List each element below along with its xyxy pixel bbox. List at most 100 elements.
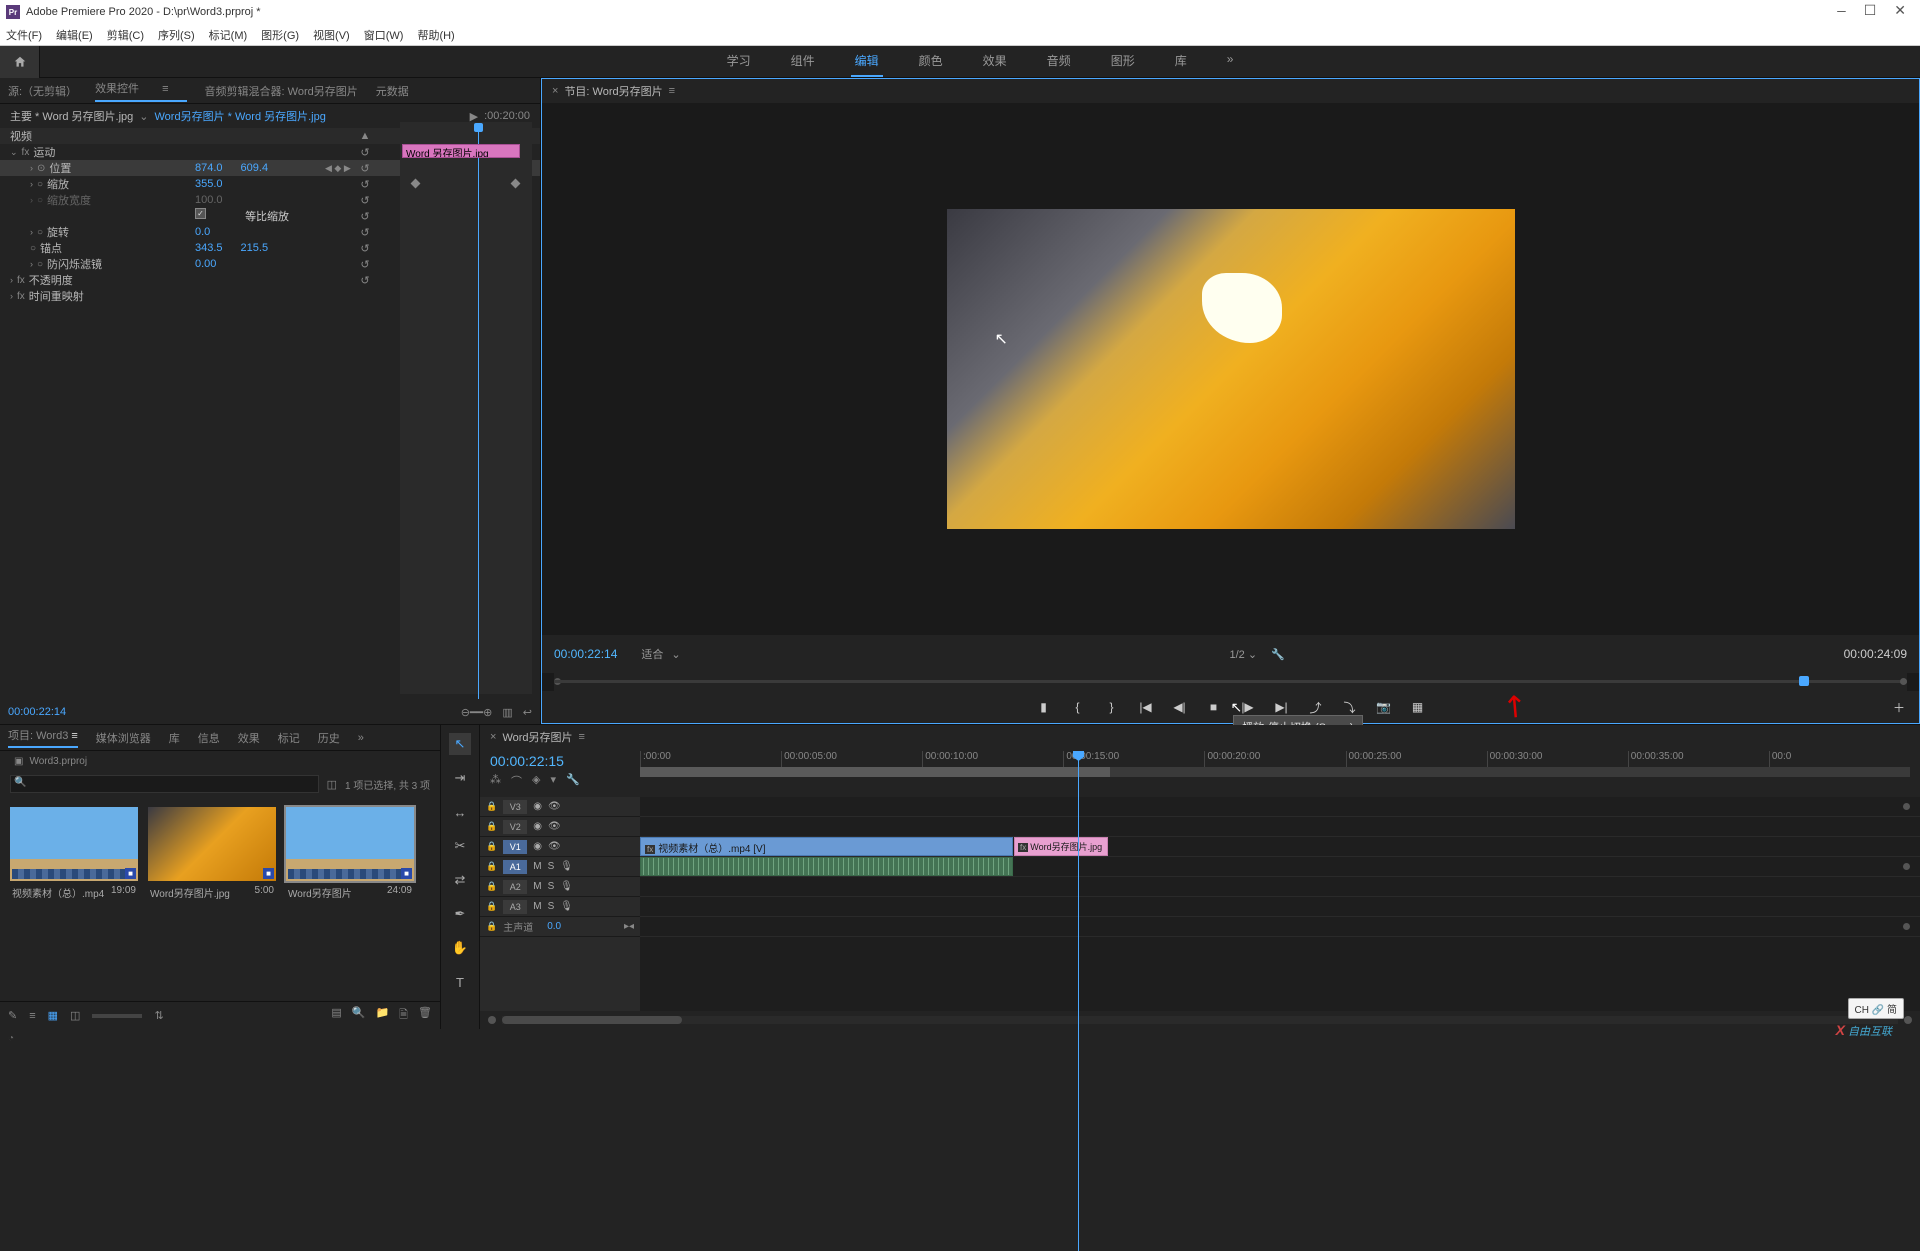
- track-head-v3[interactable]: 🔒V3◉👁: [480, 797, 640, 817]
- lift-button[interactable]: ⤴: [1308, 699, 1324, 716]
- solo-button[interactable]: S: [548, 901, 555, 912]
- reset-icon[interactable]: ↺: [355, 274, 375, 287]
- program-tab[interactable]: × 节目: Word另存图片 ≡: [542, 79, 1919, 103]
- lock-icon[interactable]: 🔒: [486, 901, 497, 912]
- keyframe-nav[interactable]: ◀ ◆ ▶: [325, 163, 355, 174]
- reset-icon[interactable]: ↺: [355, 194, 375, 207]
- workspace-learning[interactable]: 学习: [723, 46, 755, 77]
- new-bin-icon[interactable]: 📁: [375, 1006, 389, 1025]
- eye-icon[interactable]: 👁: [548, 841, 561, 852]
- close-icon[interactable]: ×: [490, 731, 496, 743]
- anchor-x[interactable]: 343.5: [195, 242, 223, 254]
- pen-tool[interactable]: ✒: [449, 903, 471, 925]
- timeline-ruler[interactable]: :00:00 00:00:05:00 00:00:10:00 00:00:15:…: [640, 749, 1920, 797]
- position-x[interactable]: 874.0: [195, 162, 223, 174]
- workspace-audio[interactable]: 音频: [1043, 46, 1075, 77]
- rotation-value[interactable]: 0.0: [195, 226, 210, 238]
- search-input[interactable]: [10, 775, 319, 793]
- lock-icon[interactable]: 🔒: [486, 841, 497, 852]
- home-button[interactable]: [0, 46, 40, 78]
- eye-icon[interactable]: 👁: [548, 821, 561, 832]
- zoom-out-handle[interactable]: [488, 1016, 496, 1024]
- lock-icon[interactable]: 🔒: [486, 821, 497, 832]
- wrap-icon[interactable]: ↩: [523, 706, 532, 719]
- freeform-view-icon[interactable]: ◫: [70, 1009, 80, 1022]
- lane-v2[interactable]: [640, 817, 1920, 837]
- tab-effects[interactable]: 效果: [238, 730, 260, 746]
- clip-audio[interactable]: [640, 857, 1013, 876]
- master-value[interactable]: 0.0: [547, 921, 561, 932]
- stopwatch-icon[interactable]: ○: [37, 179, 43, 190]
- toggle-icon[interactable]: ▥: [502, 706, 512, 719]
- play-stop-button[interactable]: ■: [1206, 700, 1222, 714]
- program-scrubber[interactable]: [554, 673, 1907, 691]
- go-to-out-button[interactable]: ▶|: [1274, 700, 1290, 714]
- track-label[interactable]: V1: [503, 840, 527, 854]
- timeline-scrollbar[interactable]: [480, 1011, 1920, 1029]
- marker-button[interactable]: ▮: [1036, 700, 1052, 714]
- razor-tool[interactable]: ✂: [449, 835, 471, 857]
- lock-icon[interactable]: 🔒: [486, 801, 497, 812]
- reset-icon[interactable]: ↺: [355, 242, 375, 255]
- reset-icon[interactable]: ↺: [355, 226, 375, 239]
- sequence-link[interactable]: Word另存图片 * Word 另存图片.jpg: [155, 108, 326, 124]
- position-y[interactable]: 609.4: [241, 162, 269, 174]
- reset-icon[interactable]: ↺: [355, 162, 375, 175]
- mute-button[interactable]: M: [533, 861, 541, 872]
- project-item[interactable]: ■ 视频素材（总）.mp419:09: [10, 807, 138, 991]
- settings-icon[interactable]: ▾: [550, 773, 556, 789]
- close-icon[interactable]: ×: [552, 85, 558, 97]
- zoom-in-handle[interactable]: [1904, 1016, 1912, 1024]
- menu-edit[interactable]: 编辑(E): [56, 27, 93, 43]
- minimize-button[interactable]: —: [1837, 5, 1845, 19]
- eye-icon[interactable]: 👁: [548, 801, 561, 812]
- mark-out-button[interactable]: }: [1104, 700, 1120, 714]
- lane-a2[interactable]: [640, 877, 1920, 897]
- lane-a3[interactable]: [640, 897, 1920, 917]
- zoom-slider-icon[interactable]: ⊖━━⊕: [461, 706, 493, 719]
- effect-footer-tc[interactable]: 00:00:22:14: [8, 706, 66, 718]
- menu-file[interactable]: 文件(F): [6, 27, 42, 43]
- track-head-a2[interactable]: 🔒A2MS🎙: [480, 877, 640, 897]
- scale-value[interactable]: 355.0: [195, 178, 223, 190]
- reset-icon[interactable]: ↺: [355, 258, 375, 271]
- tab-source[interactable]: 源:（无剪辑）: [8, 83, 77, 99]
- track-label[interactable]: A2: [503, 880, 527, 894]
- track-head-master[interactable]: 🔒主声道0.0▸◂: [480, 917, 640, 937]
- linked-selection-icon[interactable]: ⌒: [511, 773, 522, 789]
- lock-icon[interactable]: 🔒: [486, 921, 497, 932]
- mic-icon[interactable]: 🎙: [560, 881, 573, 892]
- tab-info[interactable]: 信息: [198, 730, 220, 746]
- workspace-assembly[interactable]: 组件: [787, 46, 819, 77]
- tab-project[interactable]: 项目: Word3 ≡: [8, 727, 78, 748]
- scrub-handle[interactable]: [1799, 676, 1809, 686]
- add-button[interactable]: ＋: [1891, 699, 1907, 716]
- track-head-v2[interactable]: 🔒V2◉👁: [480, 817, 640, 837]
- lock-icon[interactable]: 🔒: [486, 881, 497, 892]
- playhead[interactable]: [1078, 751, 1079, 1251]
- auto-sequence-icon[interactable]: ▤: [331, 1006, 341, 1025]
- track-head-a3[interactable]: 🔒A3MS🎙: [480, 897, 640, 917]
- solo-button[interactable]: S: [548, 881, 555, 892]
- uniform-checkbox[interactable]: ✓: [195, 208, 206, 219]
- antiflicker-value[interactable]: 0.00: [195, 258, 216, 270]
- toggle-output-icon[interactable]: ◉: [533, 801, 542, 812]
- extract-button[interactable]: ⤵: [1342, 699, 1358, 716]
- scroll-thumb[interactable]: [502, 1016, 682, 1024]
- menu-sequence[interactable]: 序列(S): [158, 27, 195, 43]
- stopwatch-icon[interactable]: ⊙: [37, 163, 45, 174]
- step-back-button[interactable]: ◀|: [1172, 700, 1188, 714]
- track-label[interactable]: A3: [503, 900, 527, 914]
- expand-icon[interactable]: ▸◂: [624, 921, 634, 932]
- workspace-color[interactable]: 颜色: [915, 46, 947, 77]
- lane-master[interactable]: [640, 917, 1920, 937]
- list-view-icon[interactable]: ≡: [29, 1010, 35, 1022]
- tab-metadata[interactable]: 元数据: [376, 83, 409, 99]
- project-item[interactable]: ■ Word另存图片.jpg5:00: [148, 807, 276, 991]
- ime-indicator[interactable]: CH 🔗 简: [1848, 998, 1904, 1019]
- menu-view[interactable]: 视图(V): [313, 27, 350, 43]
- mic-icon[interactable]: 🎙: [560, 901, 573, 912]
- menu-graphics[interactable]: 图形(G): [261, 27, 299, 43]
- menu-clip[interactable]: 剪辑(C): [107, 27, 144, 43]
- zoom-fit-select[interactable]: 适合 ⌄: [641, 646, 680, 662]
